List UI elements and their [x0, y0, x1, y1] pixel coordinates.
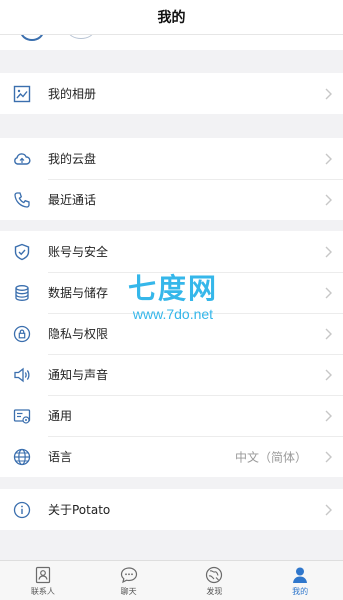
- database-icon: [12, 283, 32, 303]
- menu-item-label: 通知与声音: [48, 368, 109, 382]
- profile-name-peek: [68, 35, 94, 39]
- menu-item-general[interactable]: 通用: [0, 395, 343, 436]
- menu-item-about[interactable]: 关于Potato: [0, 489, 343, 530]
- menu-item-privacy[interactable]: 隐私与权限: [0, 313, 343, 354]
- menu-item-language[interactable]: 语言 中文（简体）: [0, 436, 343, 477]
- chevron-right-icon: [325, 153, 332, 164]
- chevron-right-icon: [325, 410, 332, 421]
- bottom-tab-bar: 联系人 聊天 发现 我的: [0, 560, 343, 600]
- menu-item-account-security[interactable]: 账号与安全: [0, 231, 343, 272]
- chevron-right-icon: [325, 88, 332, 99]
- chevron-right-icon: [325, 246, 332, 257]
- menu-item-label: 语言: [48, 450, 73, 464]
- tab-label: 发现: [206, 586, 223, 596]
- picture-icon: [12, 84, 32, 104]
- profile-header-peek[interactable]: [0, 35, 343, 50]
- discover-icon: [206, 566, 223, 583]
- language-value: 中文（简体）: [234, 450, 307, 464]
- speaker-icon: [12, 365, 32, 385]
- menu-item-label: 通用: [48, 409, 73, 423]
- menu-item-recent-calls[interactable]: 最近通话: [0, 179, 343, 220]
- chevron-right-icon: [325, 504, 332, 515]
- chevron-right-icon: [325, 451, 332, 462]
- cloud-icon: [12, 149, 32, 169]
- shield-icon: [12, 242, 32, 262]
- menu-item-data-storage[interactable]: 数据与储存: [0, 272, 343, 313]
- settings-group: 账号与安全 数据与储存 隐私与权限 通知与声音 通用 语言 中文（简体）: [0, 231, 343, 477]
- menu-item-label: 关于Potato: [48, 503, 111, 517]
- chat-icon: [120, 566, 137, 583]
- tab-label: 我的: [292, 586, 309, 596]
- tab-discover[interactable]: 发现: [172, 561, 258, 600]
- cloud-calls-group: 我的云盘 最近通话: [0, 138, 343, 220]
- globe-icon: [12, 447, 32, 467]
- phone-icon: [12, 190, 32, 210]
- info-icon: [12, 500, 32, 520]
- menu-item-label: 我的相册: [48, 87, 97, 101]
- menu-item-label: 数据与储存: [48, 286, 109, 300]
- contacts-icon: [35, 566, 50, 583]
- tab-label: 聊天: [120, 586, 137, 596]
- menu-item-label: 最近通话: [48, 193, 97, 207]
- lock-icon: [12, 324, 32, 344]
- chevron-right-icon: [325, 328, 332, 339]
- about-group: 关于Potato: [0, 489, 343, 530]
- page-title: 我的: [0, 0, 343, 35]
- menu-item-label: 账号与安全: [48, 245, 109, 259]
- chevron-right-icon: [325, 194, 332, 205]
- tab-me[interactable]: 我的: [257, 561, 343, 600]
- menu-item-label: 隐私与权限: [48, 327, 109, 341]
- avatar: [20, 35, 44, 41]
- me-icon: [293, 567, 308, 583]
- menu-item-label: 我的云盘: [48, 152, 97, 166]
- album-group: 我的相册: [0, 73, 343, 114]
- chevron-right-icon: [325, 369, 332, 380]
- menu-item-notifications[interactable]: 通知与声音: [0, 354, 343, 395]
- chevron-right-icon: [325, 287, 332, 298]
- tab-chat[interactable]: 聊天: [86, 561, 172, 600]
- menu-item-cloud[interactable]: 我的云盘: [0, 138, 343, 179]
- tab-contacts[interactable]: 联系人: [0, 561, 86, 600]
- menu-item-album[interactable]: 我的相册: [0, 73, 343, 114]
- tab-label: 联系人: [30, 586, 55, 596]
- settings-card-icon: [12, 406, 32, 426]
